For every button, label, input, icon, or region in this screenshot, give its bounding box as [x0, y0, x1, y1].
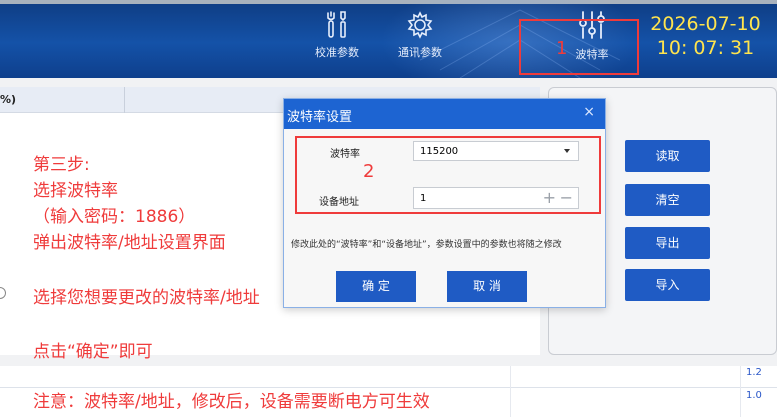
radio-button[interactable]: [0, 287, 6, 299]
column-divider: [740, 366, 741, 417]
dialog-titlebar: 波特率设置 ×: [284, 99, 605, 129]
read-button[interactable]: 读取: [625, 140, 710, 172]
baud-rate-dialog: 波特率设置 × 波特率 115200 设备地址 1 + − 2 修改此处的“波特…: [283, 98, 606, 308]
close-icon[interactable]: ×: [583, 104, 595, 120]
clear-button[interactable]: 清空: [625, 184, 710, 216]
top-toolbar: 校准参数 通讯参数 波特率 1 2026-07-10 10: 07: 31: [0, 0, 777, 78]
instruction-line: 弹出波特率/地址设置界面: [33, 233, 226, 253]
dialog-title: 波特率设置: [287, 110, 353, 125]
instruction-line: 点击“确定”即可: [33, 342, 153, 362]
dialog-note: 修改此处的“波特率”和“设备地址”，参数设置中的参数也将随之修改: [291, 240, 562, 250]
column-divider: [124, 87, 125, 113]
instruction-note: 注意：波特率/地址，修改后，设备需要断电方可生效: [33, 392, 430, 412]
highlight-box-baud: [519, 19, 639, 75]
instruction-step: 第三步:: [33, 155, 90, 175]
version-cell: 1.0: [746, 390, 762, 401]
clock: 2026-07-10 10: 07: 31: [643, 12, 768, 60]
calibration-params-label: 校准参数: [315, 46, 359, 59]
column-divider: [510, 366, 511, 417]
clock-date: 2026-07-10: [650, 13, 761, 35]
comm-params-button[interactable]: 通讯参数: [390, 10, 450, 60]
import-button[interactable]: 导入: [625, 269, 710, 301]
cancel-button[interactable]: 取 消: [447, 271, 527, 302]
instruction-line: 选择您想要更改的波特率/地址: [33, 288, 260, 308]
instruction-line: 选择波特率: [33, 181, 118, 201]
version-cell: 1.2: [746, 367, 762, 378]
step-marker-1: 1: [556, 38, 568, 59]
step-marker-2: 2: [363, 161, 375, 182]
tools-icon: [327, 11, 346, 38]
export-button[interactable]: 导出: [625, 227, 710, 259]
gear-icon: [407, 11, 433, 39]
instruction-line: （输入密码：1886）: [33, 207, 196, 227]
comm-params-label: 通讯参数: [398, 46, 442, 59]
highlight-box-fields: [295, 136, 601, 214]
ok-button[interactable]: 确 定: [336, 271, 416, 302]
app-window: 校准参数 通讯参数 波特率 1 2026-07-10 10: 07: 31 %)…: [0, 0, 777, 417]
table-header-cell: %): [0, 93, 17, 106]
calibration-params-button[interactable]: 校准参数: [310, 10, 364, 60]
clock-time: 10: 07: 31: [656, 37, 755, 59]
